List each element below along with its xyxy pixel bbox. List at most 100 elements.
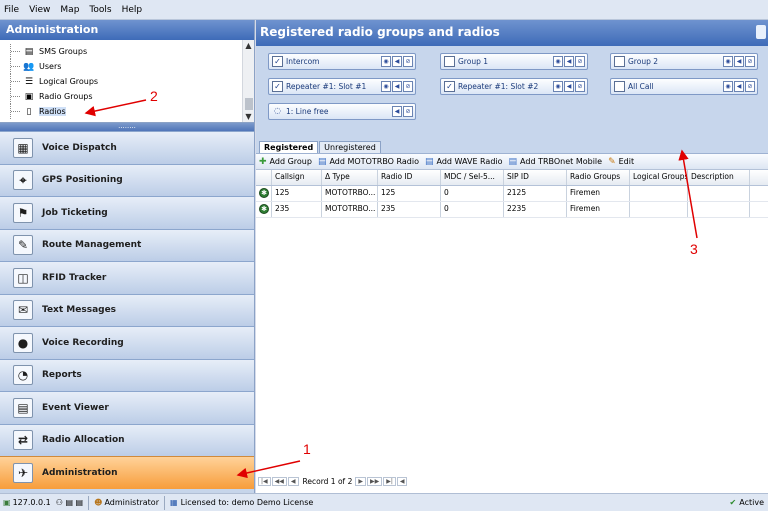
mute-icon[interactable]: ◀	[564, 81, 574, 92]
nav-voice-recording[interactable]: ● Voice Recording	[0, 326, 254, 359]
edit-button[interactable]: ✎ Edit	[608, 157, 634, 167]
nav-text-messages[interactable]: ✉ Text Messages	[0, 293, 254, 326]
nav-gps-positioning[interactable]: ⌖ GPS Positioning	[0, 163, 254, 196]
group-repeater-slot-1[interactable]: ✓ Repeater #1: Slot #1 ◉ ◀ ⊘	[268, 78, 416, 95]
column-header[interactable]: Δ Type	[322, 170, 378, 185]
menu-file[interactable]: File	[4, 5, 19, 15]
checkbox-icon[interactable]	[614, 81, 625, 92]
nav-voice-dispatch[interactable]: ▦ Voice Dispatch	[0, 131, 254, 164]
disable-icon[interactable]: ⊘	[403, 81, 413, 92]
tree-scrollbar[interactable]: ▲ ▼	[242, 40, 254, 122]
column-header[interactable]: Radio Groups	[567, 170, 630, 185]
prev-record-icon[interactable]: ◀	[287, 476, 299, 486]
column-header[interactable]: Callsign	[272, 170, 322, 185]
splitter-grip[interactable]: ........	[0, 123, 254, 131]
toolbar-label: Add TRBOnet Mobile	[520, 157, 603, 166]
next-page-icon[interactable]: ▶▶	[366, 476, 383, 486]
group-line-free[interactable]: ◌ 1: Line free ◀ ⊘	[268, 103, 416, 120]
group-intercom[interactable]: ✓ Intercom ◉ ◀ ⊘	[268, 53, 416, 70]
disable-icon[interactable]: ⊘	[575, 81, 585, 92]
speaker-icon[interactable]: ◉	[381, 56, 391, 67]
tree-item-users[interactable]: 👥 Users	[0, 59, 254, 74]
disable-icon[interactable]: ⊘	[403, 106, 413, 117]
speaker-icon[interactable]: ◉	[381, 81, 391, 92]
table-row[interactable]: ✱ 235 MOTOTRBO... 235 0 2235 Firemen	[256, 202, 768, 218]
nav-reports[interactable]: ◔ Reports	[0, 358, 254, 391]
mute-icon[interactable]: ◀	[392, 81, 402, 92]
disable-icon[interactable]: ⊘	[745, 56, 755, 67]
back-icon[interactable]: ◀	[396, 476, 408, 486]
checkbox-icon[interactable]: ✓	[272, 81, 283, 92]
scroll-down-icon[interactable]: ▼	[243, 111, 254, 122]
speaker-icon[interactable]: ◉	[553, 56, 563, 67]
mute-icon[interactable]: ◀	[734, 56, 744, 67]
column-header[interactable]: Logical Groups	[630, 170, 688, 185]
tree-item-logical-groups[interactable]: ☰ Logical Groups	[0, 74, 254, 89]
user-icon: ☻	[94, 498, 103, 507]
tree-item-radio-groups[interactable]: ▣ Radio Groups	[0, 89, 254, 104]
tab-strip: Registered Unregistered	[256, 139, 768, 153]
checkbox-icon[interactable]	[444, 56, 455, 67]
nav-job-ticketing[interactable]: ⚑ Job Ticketing	[0, 196, 254, 229]
column-header[interactable]: SIP ID	[504, 170, 567, 185]
group-2[interactable]: Group 2 ◉ ◀ ⊘	[610, 53, 758, 70]
tab-registered[interactable]: Registered	[259, 141, 319, 153]
radio-status-icon: ✱	[259, 188, 269, 198]
mute-icon[interactable]: ◀	[392, 106, 402, 117]
nav-event-viewer[interactable]: ▤ Event Viewer	[0, 391, 254, 424]
nav-label: GPS Positioning	[42, 175, 123, 186]
nav-radio-allocation[interactable]: ⇄ Radio Allocation	[0, 423, 254, 456]
disable-icon[interactable]: ⊘	[745, 81, 755, 92]
add-trbonet-mobile-button[interactable]: ▤ Add TRBOnet Mobile	[509, 157, 603, 167]
toolbar-label: Add WAVE Radio	[436, 157, 503, 166]
add-group-button[interactable]: ✚ Add Group	[259, 157, 312, 167]
status-bar: ▣ 127.0.0.1 ⚇ ▤ ▤ ☻ Administrator ▦ Lice…	[0, 493, 768, 511]
nav-administration[interactable]: ✈ Administration	[0, 456, 254, 489]
add-wave-radio-button[interactable]: ▤ Add WAVE Radio	[425, 157, 503, 167]
voice-dispatch-icon: ▦	[13, 137, 33, 158]
column-header[interactable]	[256, 170, 272, 185]
annotation-label-1: 1	[303, 441, 311, 457]
speaker-icon[interactable]: ◉	[723, 56, 733, 67]
menu-map[interactable]: Map	[60, 5, 79, 15]
checkbox-icon[interactable]: ✓	[272, 56, 283, 67]
scroll-thumb[interactable]	[245, 98, 253, 110]
group-label: Group 1	[458, 57, 488, 66]
group-repeater-slot-2[interactable]: ✓ Repeater #1: Slot #2 ◉ ◀ ⊘	[440, 78, 588, 95]
checkbox-icon[interactable]: ✓	[444, 81, 455, 92]
cell: MOTOTRBO...	[322, 186, 378, 201]
group-label: Intercom	[286, 57, 320, 66]
speaker-icon[interactable]: ◉	[723, 81, 733, 92]
panel-option-button[interactable]	[756, 25, 766, 39]
column-header[interactable]: Radio ID	[378, 170, 441, 185]
checkbox-icon[interactable]	[614, 56, 625, 67]
last-page-icon[interactable]: ▶|	[383, 476, 396, 486]
column-header[interactable]: Description	[688, 170, 750, 185]
disable-icon[interactable]: ⊘	[403, 56, 413, 67]
gps-icon: ⌖	[13, 170, 33, 191]
scroll-up-icon[interactable]: ▲	[243, 40, 254, 52]
nav-route-management[interactable]: ✎ Route Management	[0, 228, 254, 261]
radio-groups-icon: ▣	[24, 91, 34, 102]
group-1[interactable]: Group 1 ◉ ◀ ⊘	[440, 53, 588, 70]
menu-view[interactable]: View	[29, 5, 50, 15]
table-row[interactable]: ✱ 125 MOTOTRBO... 125 0 2125 Firemen	[256, 186, 768, 202]
menu-help[interactable]: Help	[122, 5, 143, 15]
disable-icon[interactable]: ⊘	[575, 56, 585, 67]
add-mototrbo-radio-button[interactable]: ▤ Add MOTOTRBO Radio	[318, 157, 419, 167]
menu-tools[interactable]: Tools	[89, 5, 111, 15]
nav-label: Text Messages	[42, 305, 117, 316]
tree-item-radios[interactable]: ▯ Radios	[0, 104, 254, 119]
group-all-call[interactable]: All Call ◉ ◀ ⊘	[610, 78, 758, 95]
tab-unregistered[interactable]: Unregistered	[319, 141, 381, 153]
column-header[interactable]: MDC / Sel-5...	[441, 170, 504, 185]
tree-item-sms-groups[interactable]: ▤ SMS Groups	[0, 44, 254, 59]
speaker-icon[interactable]: ◉	[553, 81, 563, 92]
prev-page-icon[interactable]: ◀◀	[271, 476, 287, 486]
nav-rfid-tracker[interactable]: ◫ RFID Tracker	[0, 261, 254, 294]
mute-icon[interactable]: ◀	[392, 56, 402, 67]
mute-icon[interactable]: ◀	[564, 56, 574, 67]
next-record-icon[interactable]: ▶	[355, 476, 366, 486]
first-page-icon[interactable]: |◀	[258, 476, 271, 486]
mute-icon[interactable]: ◀	[734, 81, 744, 92]
